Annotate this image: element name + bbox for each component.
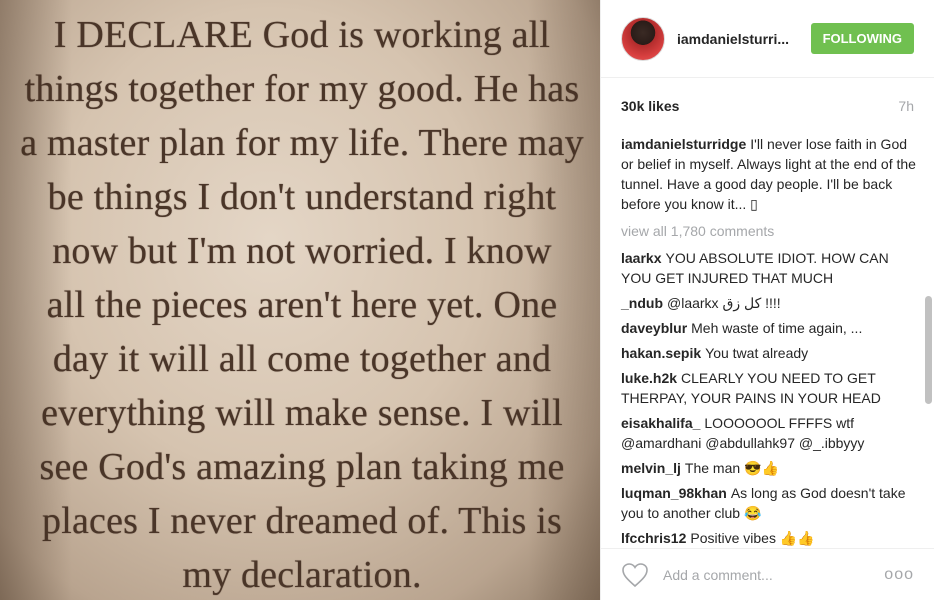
comment-text: Positive vibes 👍👍 [690, 530, 815, 546]
header-username[interactable]: iamdanielsturri... [677, 31, 801, 47]
comment-item: luqman_98khan As long as God doesn't take… [621, 483, 922, 523]
comment-text: @laarkx كل زق !!!! [667, 295, 781, 311]
comment-item: _ndub @laarkx كل زق !!!! [621, 293, 922, 313]
add-comment-input[interactable] [661, 565, 885, 584]
comment-text: You twat already [705, 345, 809, 361]
comment-text: The man 😎👍 [684, 460, 779, 476]
avatar[interactable] [621, 16, 665, 61]
comment-item: daveyblur Meh waste of time again, ... [621, 318, 922, 338]
quote-text: I DECLARE God is working all things toge… [20, 14, 584, 596]
comment-item: melvin_lj The man 😎👍 [621, 458, 922, 478]
post-sidebar: iamdanielsturri... FOLLOWING 30k likes 7… [600, 0, 934, 600]
post-time[interactable]: 7h [898, 98, 914, 114]
caption-username[interactable]: iamdanielsturridge [621, 136, 746, 152]
comment-username[interactable]: eisakhalifa_ [621, 415, 700, 431]
comment-item: hakan.sepik You twat already [621, 343, 922, 363]
comment-username[interactable]: _ndub [621, 295, 663, 311]
comment-username[interactable]: luke.h2k [621, 370, 677, 386]
comment-item: laarkx YOU ABSOLUTE IDIOT. HOW CAN YOU GE… [621, 248, 922, 288]
comment-username[interactable]: daveyblur [621, 320, 687, 336]
post-photo[interactable]: I DECLARE God is working all things toge… [0, 0, 600, 600]
comment-item: luke.h2k CLEARLY YOU NEED TO GET THERPAY,… [621, 368, 922, 408]
comment-footer: ooo [601, 548, 934, 600]
caption: iamdanielsturridge I'll never lose faith … [621, 134, 922, 214]
post-meta: 30k likes 7h [601, 78, 934, 134]
comment-item: eisakhalifa_ LOOOOOOL FFFFS wtf @amardhan… [621, 413, 922, 453]
comment-username[interactable]: melvin_lj [621, 460, 681, 476]
comment-text: Meh waste of time again, ... [691, 320, 863, 336]
likes-count[interactable]: 30k likes [621, 98, 679, 114]
view-all-comments-link[interactable]: view all 1,780 comments [621, 221, 922, 241]
scrollbar-thumb[interactable] [925, 296, 932, 404]
comment-item: lfcchris12 Positive vibes 👍👍 [621, 528, 922, 548]
comments-scrollbar[interactable] [924, 134, 932, 548]
post-header: iamdanielsturri... FOLLOWING [601, 0, 934, 78]
post: I DECLARE God is working all things toge… [0, 0, 934, 600]
following-button[interactable]: FOLLOWING [810, 23, 914, 54]
more-options-button[interactable]: ooo [884, 566, 914, 584]
comments-list[interactable]: iamdanielsturridge I'll never lose faith … [601, 134, 922, 548]
comment-username[interactable]: laarkx [621, 250, 661, 266]
heart-icon[interactable] [621, 562, 649, 588]
comment-text: YOU ABSOLUTE IDIOT. HOW CAN YOU GET INJU… [621, 250, 889, 286]
comment-username[interactable]: luqman_98khan [621, 485, 727, 501]
comment-username[interactable]: hakan.sepik [621, 345, 701, 361]
comment-username[interactable]: lfcchris12 [621, 530, 686, 546]
